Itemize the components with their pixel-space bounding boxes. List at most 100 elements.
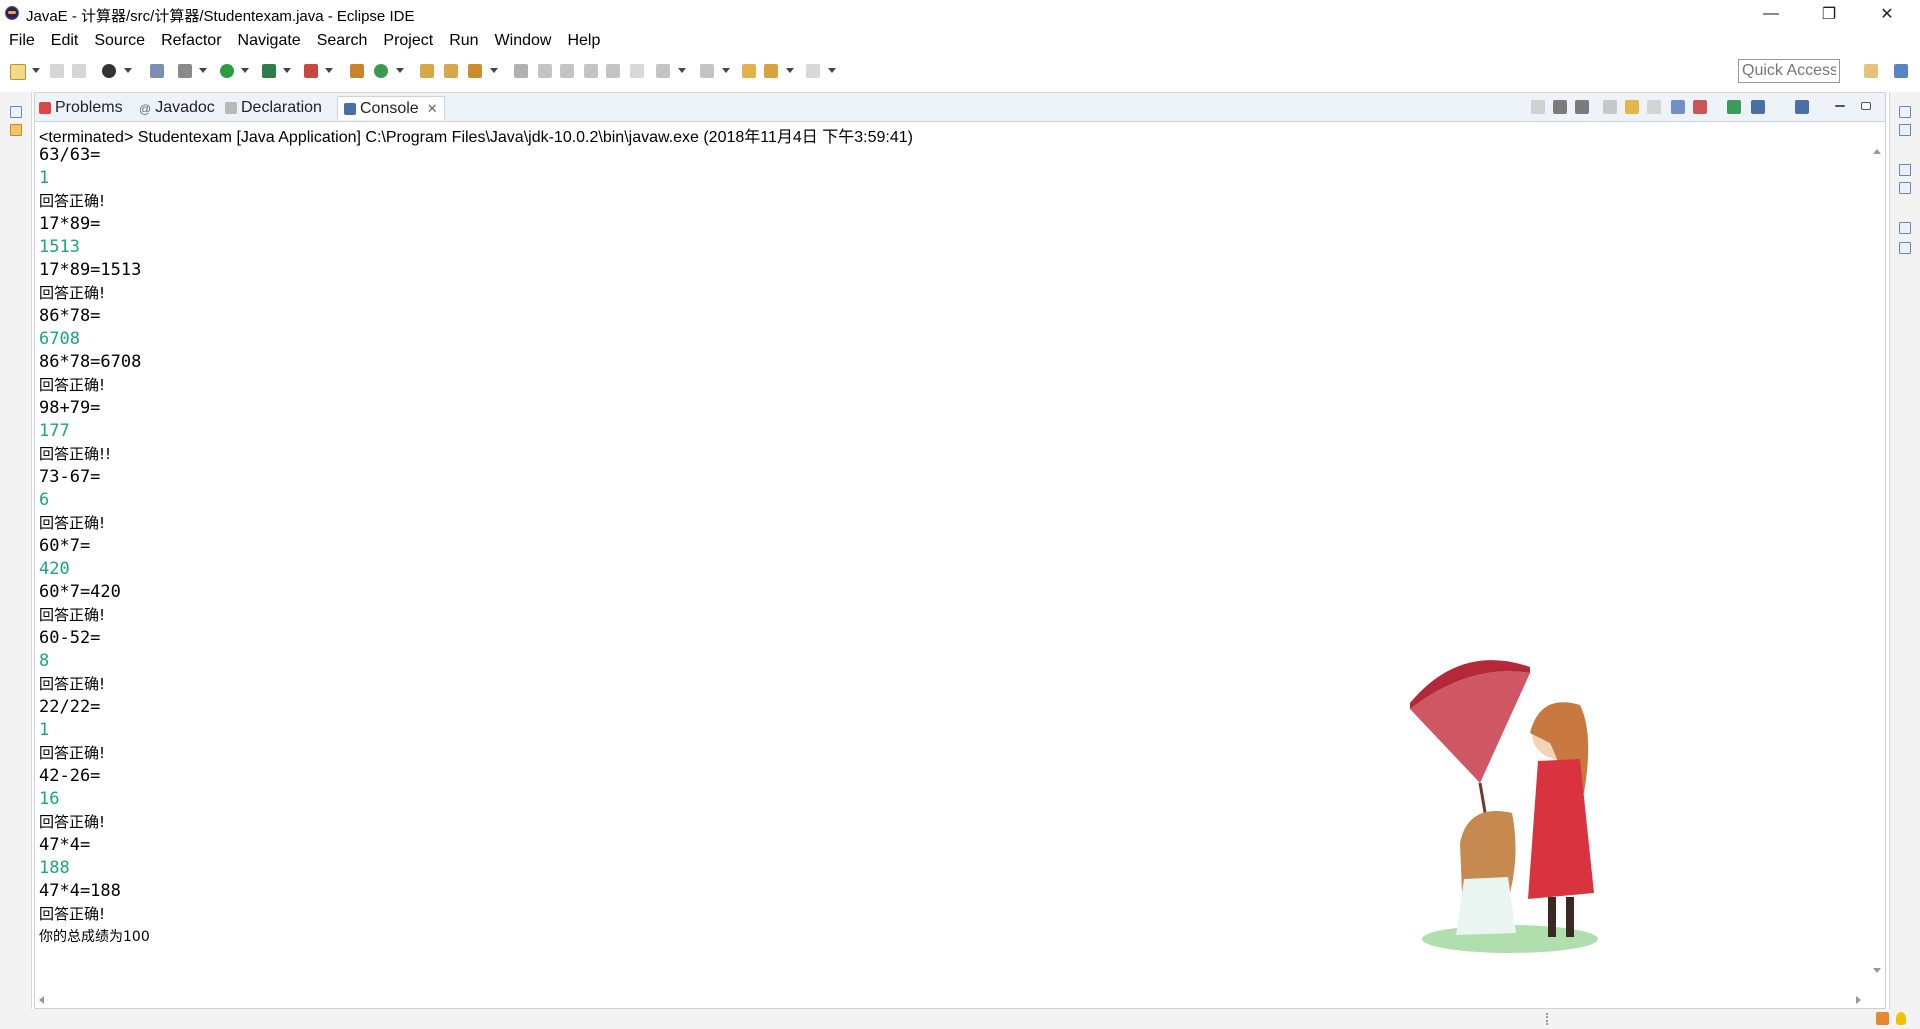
tab-problems[interactable]: Problems [39, 96, 123, 120]
scroll-lock-icon[interactable] [1625, 100, 1639, 114]
vertical-scrollbar[interactable] [1869, 145, 1885, 977]
menu-window[interactable]: Window [495, 32, 552, 50]
menu-project[interactable]: Project [383, 32, 433, 50]
open-console-icon[interactable] [1795, 100, 1809, 114]
tab-javadoc[interactable]: @ Javadoc [139, 96, 215, 120]
prev-annotation-dropdown-icon[interactable] [722, 68, 730, 73]
clear-console-icon[interactable] [1603, 100, 1617, 114]
menu-source[interactable]: Source [94, 32, 145, 50]
run-dropdown-icon[interactable] [241, 68, 249, 73]
remove-launch-icon[interactable] [1553, 100, 1567, 114]
new-icon[interactable] [10, 64, 26, 80]
console-line-prompt: 86*78=6708 [39, 352, 142, 372]
display-console-icon[interactable] [1751, 100, 1765, 114]
package-explorer-icon[interactable] [10, 124, 22, 136]
paragraph-icon[interactable] [630, 64, 644, 78]
scroll-right-icon[interactable] [1856, 996, 1861, 1004]
minimize-view-icon[interactable] [1835, 105, 1845, 107]
rss-feed-icon[interactable] [1876, 1012, 1889, 1025]
coverage-icon[interactable] [262, 64, 276, 78]
task-list-icon[interactable] [1899, 124, 1911, 136]
word-wrap-icon[interactable] [584, 64, 598, 78]
console-line-msg: 回答正确!! [39, 445, 112, 463]
show-on-stdout-icon[interactable] [1671, 100, 1685, 114]
debug-dropdown-icon[interactable] [199, 68, 207, 73]
restore-view-icon[interactable] [10, 106, 22, 118]
show-whitespace-icon[interactable] [606, 64, 620, 78]
restore-view3-icon[interactable] [1899, 222, 1911, 234]
console-icon [344, 102, 356, 115]
tab-declaration[interactable]: Declaration [225, 96, 322, 120]
pin-console-icon[interactable] [1727, 100, 1741, 114]
new-java-package-icon[interactable] [350, 64, 364, 78]
search-tool-icon[interactable] [468, 64, 482, 78]
menu-run[interactable]: Run [449, 32, 478, 50]
forward-dropdown-icon[interactable] [828, 68, 836, 73]
new-java-class-icon[interactable] [374, 64, 388, 78]
back-dropdown-icon[interactable] [786, 68, 794, 73]
menu-search[interactable]: Search [317, 32, 368, 50]
save-all-icon[interactable] [72, 64, 86, 78]
last-edit-icon[interactable] [742, 64, 756, 78]
scroll-down-icon[interactable] [1873, 968, 1881, 973]
remove-all-launches-icon[interactable] [1575, 100, 1589, 114]
word-wrap-console-icon[interactable] [1647, 100, 1661, 114]
debug-user-icon[interactable] [102, 64, 116, 78]
console-view: Problems @ Javadoc Declaration Console ✕… [34, 92, 1886, 1009]
open-type-icon[interactable] [420, 64, 434, 78]
tip-lightbulb-icon[interactable] [1896, 1012, 1906, 1025]
debug-user-dropdown-icon[interactable] [124, 68, 132, 73]
console-line-msg: 回答正确! [39, 192, 106, 210]
next-annotation-dropdown-icon[interactable] [678, 68, 686, 73]
next-annotation-icon[interactable] [656, 64, 670, 78]
console-line-prompt: 60*7=420 [39, 582, 121, 602]
debug-icon[interactable] [178, 64, 192, 78]
outline-icon[interactable] [1899, 182, 1911, 194]
coverage-dropdown-icon[interactable] [283, 68, 291, 73]
new-class-dropdown-icon[interactable] [396, 68, 404, 73]
scroll-up-icon[interactable] [1873, 149, 1881, 154]
tab-console[interactable]: Console ✕ [337, 96, 445, 120]
annotation-icon[interactable] [514, 64, 528, 78]
view-panel-icon[interactable] [1899, 242, 1911, 254]
run-icon[interactable] [220, 64, 234, 78]
console-line-prompt: 17*89= [39, 214, 101, 234]
new-dropdown-icon[interactable] [32, 68, 40, 73]
console-line-prompt: 17*89=1513 [39, 260, 142, 280]
menu-help[interactable]: Help [567, 32, 600, 50]
back-icon[interactable] [764, 64, 778, 78]
scroll-left-icon[interactable] [39, 996, 44, 1004]
horizontal-scrollbar[interactable] [35, 992, 1871, 1008]
toggle-mark-icon[interactable] [538, 64, 552, 78]
menu-bar: File Edit Source Refactor Navigate Searc… [0, 28, 1920, 54]
maximize-view-icon[interactable] [1861, 102, 1871, 110]
show-on-stderr-icon[interactable] [1693, 100, 1707, 114]
pin-icon[interactable] [150, 64, 164, 78]
java-perspective-icon[interactable] [1894, 64, 1908, 78]
external-tools-icon[interactable] [304, 64, 318, 78]
menu-edit[interactable]: Edit [51, 32, 79, 50]
forward-icon[interactable] [806, 64, 820, 78]
open-perspective-icon[interactable] [1864, 64, 1878, 78]
prev-annotation-icon[interactable] [700, 64, 714, 78]
menu-file[interactable]: File [9, 32, 35, 50]
terminate-icon[interactable] [1531, 100, 1545, 114]
console-line-msg: 回答正确! [39, 284, 106, 302]
menu-refactor[interactable]: Refactor [161, 32, 221, 50]
console-line-input: 6708 [39, 329, 80, 349]
minimize-button[interactable]: — [1748, 0, 1794, 28]
close-tab-icon[interactable]: ✕ [427, 101, 438, 117]
save-icon[interactable] [50, 64, 64, 78]
title-bar: JavaE - 计算器/src/计算器/Studentexam.java - E… [0, 0, 1920, 28]
open-task-icon[interactable] [444, 64, 458, 78]
restore-outline-icon[interactable] [1899, 106, 1911, 118]
menu-navigate[interactable]: Navigate [238, 32, 301, 50]
block-selection-icon[interactable] [560, 64, 574, 78]
external-tools-dropdown-icon[interactable] [325, 68, 333, 73]
restore-button[interactable]: ❐ [1806, 0, 1852, 28]
console-line-prompt: 98+79= [39, 398, 101, 418]
close-window-button[interactable]: ✕ [1864, 0, 1910, 28]
quick-access-input[interactable] [1738, 59, 1840, 83]
restore-outline2-icon[interactable] [1899, 164, 1911, 176]
search-dropdown-icon[interactable] [490, 68, 498, 73]
